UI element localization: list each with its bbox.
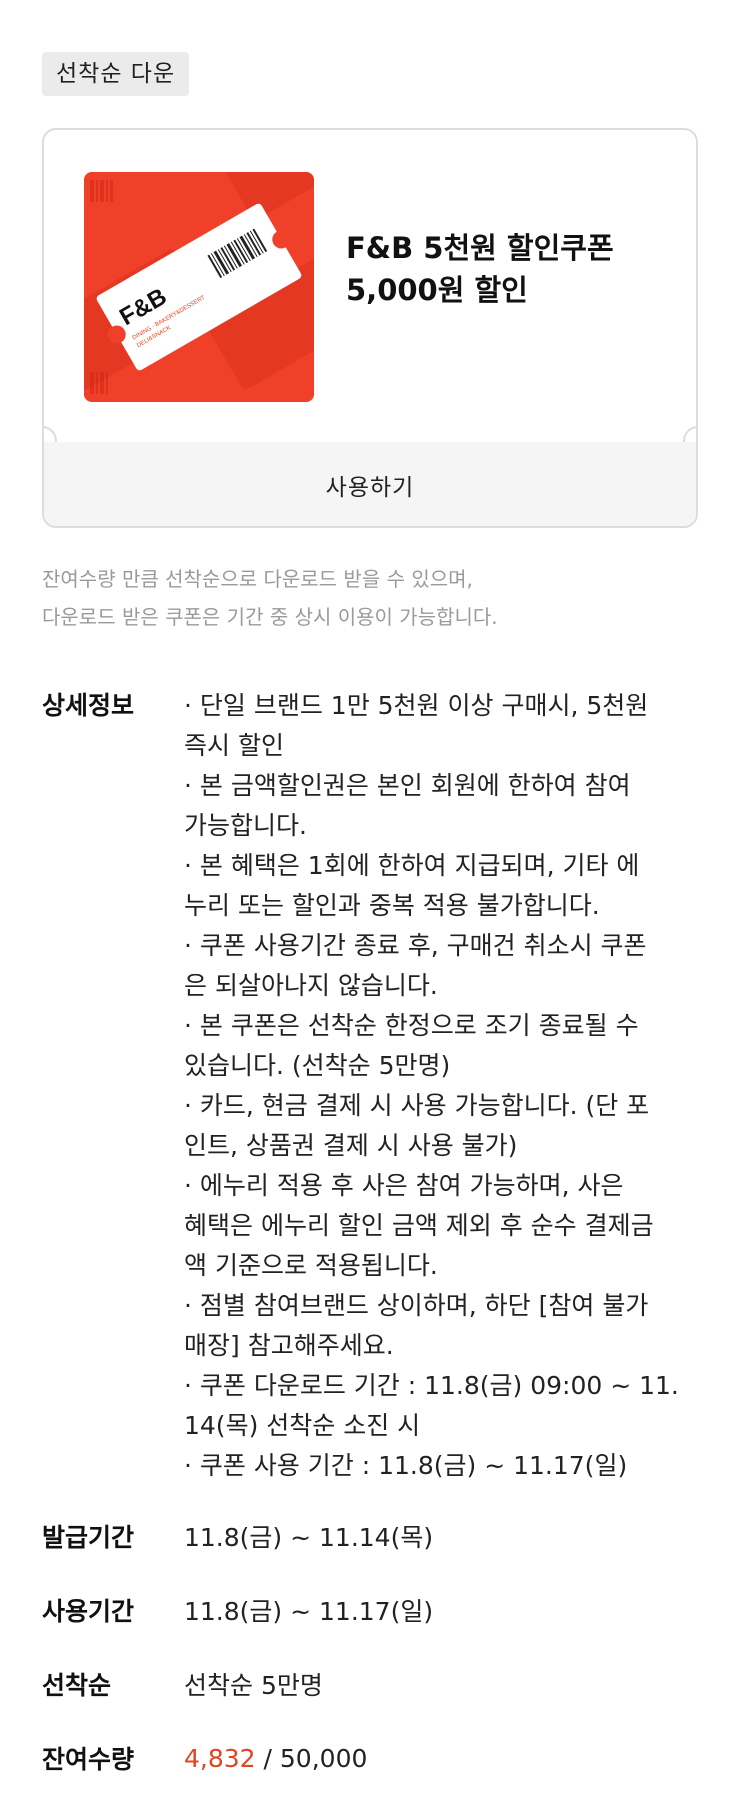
fnb-ticket-image: F&B DINING · BAKERY&DESSERT DELI&SNACK xyxy=(84,172,314,402)
coupon-card: F&B DINING · BAKERY&DESSERT DELI&SNACK F… xyxy=(42,128,698,528)
detail-info-line: 액 기준으로 적용됩니다. xyxy=(184,1251,438,1280)
remaining-separator: / xyxy=(255,1743,280,1773)
first-come-value: 선착순 5만명 xyxy=(184,1671,323,1700)
remaining-total: 50,000 xyxy=(279,1743,368,1773)
detail-info-line: 인트, 상품권 결제 시 사용 불가) xyxy=(184,1131,518,1160)
coupon-detail-page: 선착순 다운 F&B DINING · BAKERY&DESSERT DELI&… xyxy=(0,0,740,1805)
remaining-label: 잔여수량 xyxy=(42,1745,135,1774)
detail-info-line: 즉시 할인 xyxy=(184,731,284,760)
use-period-row: 사용기간 11.8(금) ~ 11.17(일) xyxy=(42,1590,702,1630)
detail-info-line: · 본 혜택은 1회에 한하여 지급되며, 기타 에 xyxy=(184,851,640,880)
detail-info-section: 상세정보 · 단일 브랜드 1만 5천원 이상 구매시, 5천원즉시 할인 · … xyxy=(42,686,702,1486)
coupon-title: F&B 5천원 할인쿠폰 xyxy=(346,231,614,265)
use-period-value: 11.8(금) ~ 11.17(일) xyxy=(184,1597,434,1626)
remaining-value: 4,832 / 50,000 xyxy=(184,1744,367,1773)
detail-info-line: · 본 금액할인권은 본인 회원에 한하여 참여 xyxy=(184,771,631,800)
notice-line: 잔여수량 만큼 선착순으로 다운로드 받을 수 있으며, xyxy=(42,567,473,591)
detail-info-line: · 쿠폰 다운로드 기간 : 11.8(금) 09:00 ~ 11. xyxy=(184,1371,679,1400)
detail-info-label: 상세정보 xyxy=(42,691,135,720)
detail-info-line: · 단일 브랜드 1만 5천원 이상 구매시, 5천원 xyxy=(184,691,649,720)
first-come-label: 선착순 xyxy=(42,1671,112,1700)
detail-info-line: · 에누리 적용 후 사은 참여 가능하며, 사은 xyxy=(184,1171,624,1200)
coupon-discount-amount: 5,000원 할인 xyxy=(346,273,528,307)
detail-info-line: 은 되살아나지 않습니다. xyxy=(184,971,438,1000)
use-period-label: 사용기간 xyxy=(42,1597,135,1626)
detail-info-line: 가능합니다. xyxy=(184,811,307,840)
issue-period-row: 발급기간 11.8(금) ~ 11.14(목) xyxy=(42,1516,702,1556)
detail-info-line: · 쿠폰 사용기간 종료 후, 구매건 취소시 쿠폰 xyxy=(184,931,647,960)
remaining-count: 4,832 xyxy=(184,1743,256,1773)
detail-info-line: · 쿠폰 사용 기간 : 11.8(금) ~ 11.17(일) xyxy=(184,1451,628,1480)
detail-info-line: 14(목) 선착순 소진 시 xyxy=(184,1411,421,1440)
detail-info-line: 혜택은 에누리 할인 금액 제외 후 순수 결제금 xyxy=(184,1211,654,1240)
download-notice: 잔여수량 만큼 선착순으로 다운로드 받을 수 있으며, 다운로드 받은 쿠폰은… xyxy=(42,560,682,636)
issue-period-value: 11.8(금) ~ 11.14(목) xyxy=(184,1523,434,1552)
remaining-row: 잔여수량 4,832 / 50,000 xyxy=(42,1738,702,1778)
issue-period-label: 발급기간 xyxy=(42,1523,135,1552)
detail-info-line: · 카드, 현금 결제 시 사용 가능합니다. (단 포 xyxy=(184,1091,650,1120)
detail-info-line: 매장] 참고해주세요. xyxy=(184,1331,394,1360)
detail-info-line: 누리 또는 할인과 중복 적용 불가합니다. xyxy=(184,891,600,920)
detail-info-line: 있습니다. (선착순 5만명) xyxy=(184,1051,451,1080)
coupon-card-body: F&B DINING · BAKERY&DESSERT DELI&SNACK F… xyxy=(44,130,696,442)
detail-info-line: · 점별 참여브랜드 상이하며, 하단 [참여 불가 xyxy=(184,1291,649,1320)
detail-info-line: · 본 쿠폰은 선착순 한정으로 조기 종료될 수 xyxy=(184,1011,639,1040)
notice-line: 다운로드 받은 쿠폰은 기간 중 상시 이용이 가능합니다. xyxy=(42,605,498,629)
first-come-badge: 선착순 다운 xyxy=(42,52,190,96)
first-come-row: 선착순 선착순 5만명 xyxy=(42,1664,702,1704)
use-coupon-button[interactable]: 사용하기 xyxy=(44,442,696,526)
coupon-thumbnail: F&B DINING · BAKERY&DESSERT DELI&SNACK xyxy=(84,172,314,402)
detail-info-text: · 단일 브랜드 1만 5천원 이상 구매시, 5천원즉시 할인 · 본 금액할… xyxy=(184,686,702,1486)
